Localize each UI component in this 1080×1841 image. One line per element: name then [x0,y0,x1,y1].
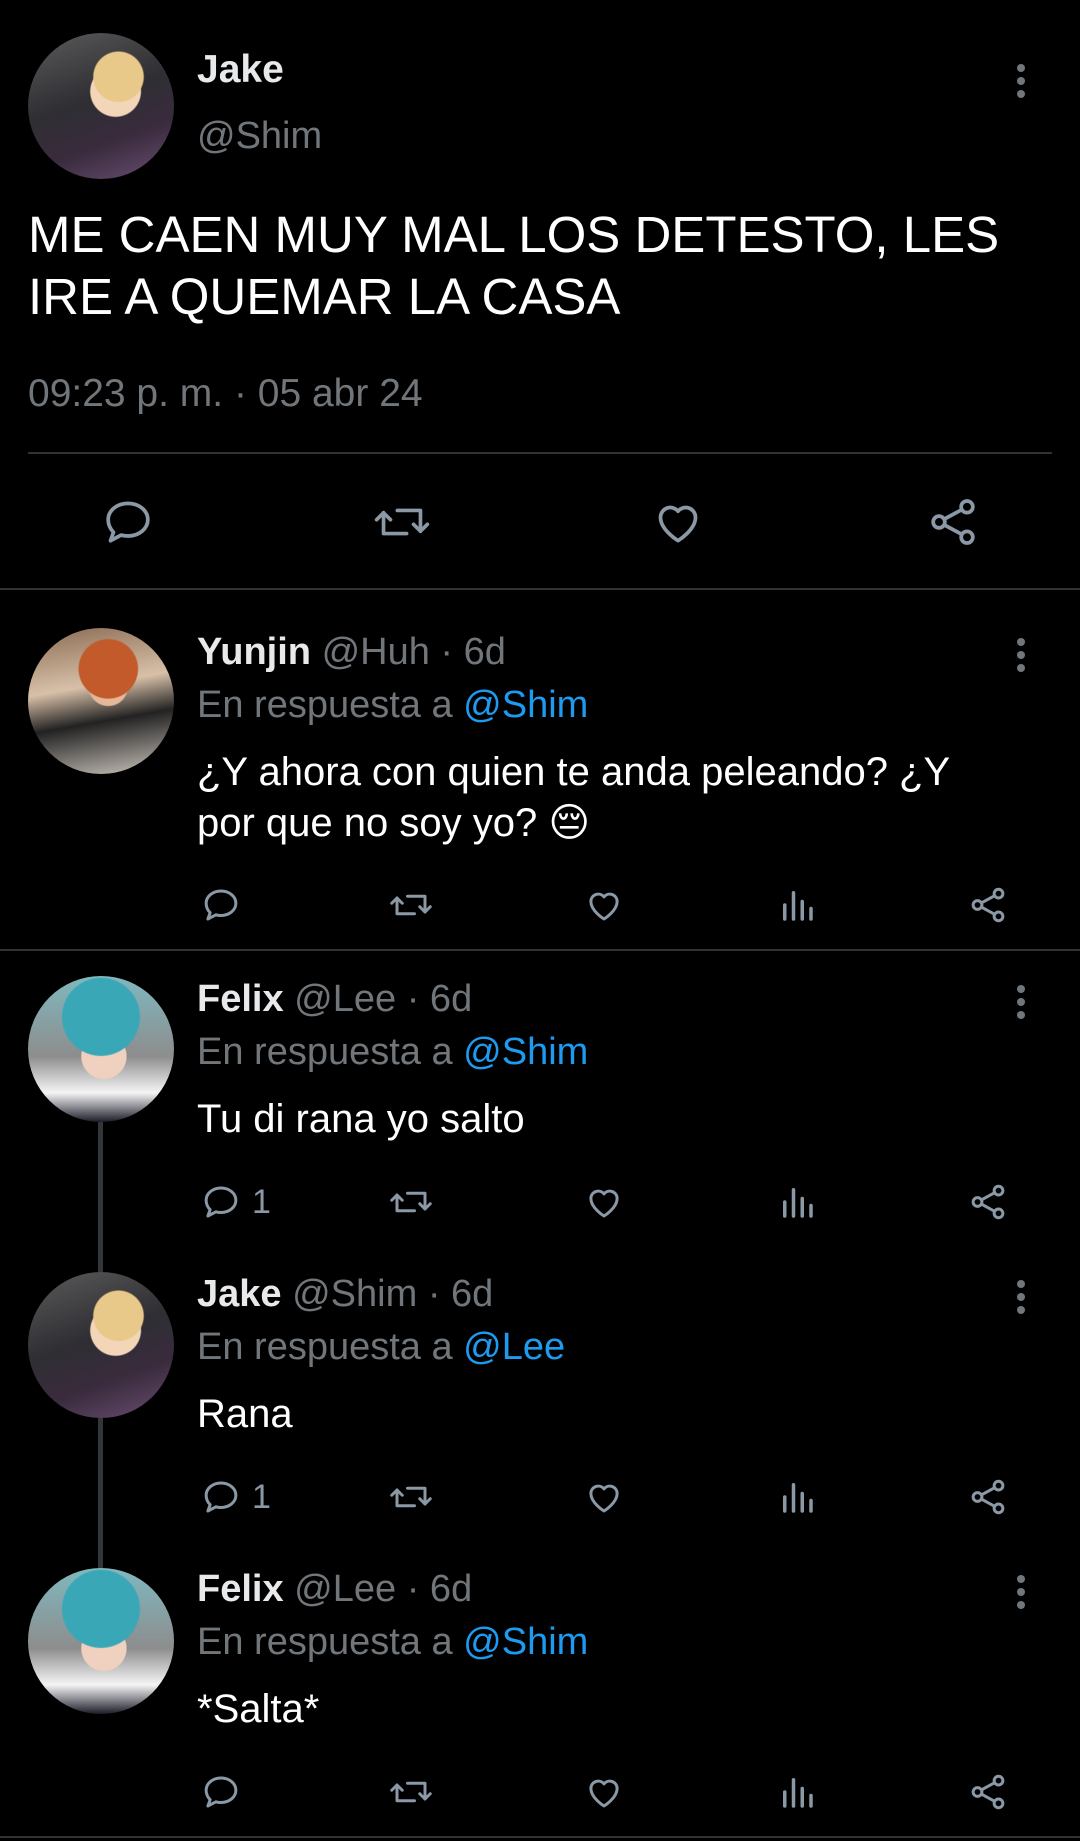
reply-icon[interactable] [100,494,156,550]
reply-icon[interactable] [200,1476,242,1518]
retweet-icon[interactable] [388,884,434,926]
share-icon[interactable] [967,1476,1009,1518]
share-icon[interactable] [967,1771,1009,1813]
like-icon[interactable] [650,494,706,550]
views-icon[interactable] [776,1771,818,1813]
reply-prefix: En respuesta a [197,1326,453,1368]
reply-to-handle[interactable]: @Shim [463,684,588,726]
more-icon[interactable] [1016,638,1026,678]
more-icon[interactable] [1016,985,1026,1025]
reply-text-line2: por que no soy yo? 😔 [197,801,591,845]
share-icon[interactable] [967,884,1009,926]
author-handle[interactable]: @Shim [292,1273,417,1315]
reply-to-handle[interactable]: @Shim [463,1621,588,1663]
retweet-icon[interactable] [388,1476,434,1518]
reply-prefix: En respuesta a [197,1621,453,1663]
more-icon[interactable] [1016,1280,1026,1320]
retweet-icon[interactable] [388,1771,434,1813]
reply-text-line1: *Salta* [197,1687,320,1731]
like-icon[interactable] [583,1476,625,1518]
more-icon[interactable] [1016,64,1026,104]
reply-header: Felix @Lee · 6d [197,978,472,1021]
reply-to-line: En respuesta a @Lee [197,1326,565,1369]
author-handle[interactable]: @Lee [294,978,396,1020]
reply-count: 1 [252,1478,271,1516]
divider [0,1836,1080,1838]
share-icon[interactable] [967,1181,1009,1223]
avatar[interactable] [28,628,174,774]
thread-line [98,1418,103,1568]
avatar[interactable] [28,1272,174,1418]
reply-prefix: En respuesta a [197,684,453,726]
retweet-icon[interactable] [372,494,432,550]
reply-header: Felix @Lee · 6d [197,1568,472,1611]
divider [0,588,1080,590]
reply-icon[interactable] [200,1771,242,1813]
views-icon[interactable] [776,884,818,926]
retweet-icon[interactable] [388,1181,434,1223]
reply-icon[interactable] [200,1181,242,1223]
divider [0,949,1080,951]
share-icon[interactable] [925,494,981,550]
like-icon[interactable] [583,1771,625,1813]
author-name[interactable]: Felix [197,1568,284,1610]
tweet-text-line1: ME CAEN MUY MAL LOS DETESTO, LES [28,206,1000,263]
reply-text-line1: Rana [197,1392,293,1436]
reply-header: Jake @Shim · 6d [197,1273,493,1316]
like-icon[interactable] [583,1181,625,1223]
author-name[interactable]: Jake [197,1273,282,1315]
tweet-timestamp[interactable]: 09:23 p. m. · 05 abr 24 [28,372,423,416]
author-name[interactable]: Yunjin [197,631,311,673]
reply-to-line: En respuesta a @Shim [197,1031,588,1074]
author-name[interactable]: Jake [197,48,284,92]
views-icon[interactable] [776,1181,818,1223]
reply-header: Yunjin @Huh · 6d [197,631,506,674]
author-handle[interactable]: @Lee [294,1568,396,1610]
avatar[interactable] [28,33,174,179]
like-icon[interactable] [583,884,625,926]
reply-icon[interactable] [200,884,242,926]
avatar[interactable] [28,976,174,1122]
reply-to-handle[interactable]: @Shim [463,1031,588,1073]
divider [28,452,1052,454]
reply-to-line: En respuesta a @Shim [197,684,588,727]
avatar[interactable] [28,1568,174,1714]
author-handle[interactable]: @Huh [322,631,430,673]
reply-text-line1: Tu di rana yo salto [197,1097,525,1141]
reply-text-line1: ¿Y ahora con quien te anda peleando? ¿Y [197,750,951,794]
reply-prefix: En respuesta a [197,1031,453,1073]
author-handle[interactable]: @Shim [197,115,322,158]
author-name[interactable]: Felix [197,978,284,1020]
views-icon[interactable] [776,1476,818,1518]
reply-count: 1 [252,1183,271,1221]
reply-time: · 6d [440,631,506,673]
reply-to-handle[interactable]: @Lee [463,1326,565,1368]
more-icon[interactable] [1016,1575,1026,1615]
reply-time: · 6d [406,978,473,1020]
thread-line [98,1122,103,1272]
reply-to-line: En respuesta a @Shim [197,1621,588,1664]
reply-time: · 6d [406,1568,473,1610]
tweet-text-line2: IRE A QUEMAR LA CASA [28,268,621,325]
reply-time: · 6d [427,1273,494,1315]
